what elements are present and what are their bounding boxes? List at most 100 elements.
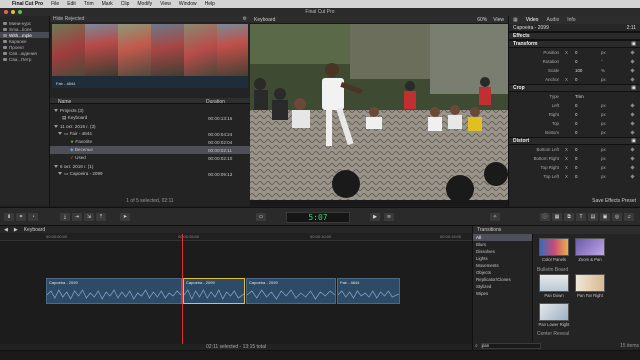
- category-wipes[interactable]: Wipes: [473, 290, 532, 297]
- filmstrip[interactable]: Fair - 4844: [52, 24, 248, 88]
- list-item[interactable]: ▭ Capoeira - 2099 00:00:09:13: [50, 170, 250, 178]
- category-stylized[interactable]: Stylized: [473, 283, 532, 290]
- generators-browser-toggle[interactable]: ▤: [588, 213, 598, 221]
- browser-settings-icon[interactable]: ⚙: [243, 16, 247, 22]
- zoom-window-button[interactable]: [18, 10, 22, 14]
- menu-modify[interactable]: Modify: [137, 1, 152, 7]
- keyframe-icon[interactable]: [630, 50, 635, 55]
- keyframe-icon[interactable]: [630, 68, 635, 73]
- save-effects-preset-button[interactable]: Save Effects Preset: [592, 198, 636, 204]
- list-item[interactable]: ▤ Keyboard 00:00:13:15: [50, 114, 250, 122]
- crop-type-select[interactable]: Trim: [575, 94, 584, 99]
- transition-thumb-pan-far-right[interactable]: [575, 274, 605, 292]
- themes-browser-toggle[interactable]: ▣: [600, 213, 610, 221]
- section-distort[interactable]: Distort ▣: [509, 137, 640, 145]
- menu-edit[interactable]: Edit: [67, 1, 76, 7]
- timeline-clip[interactable]: Capoeira - 2099: [246, 278, 336, 304]
- zoom-level[interactable]: 60%: [477, 17, 487, 23]
- param-value[interactable]: 0: [575, 112, 577, 117]
- timeline-clip[interactable]: Fair - 4844: [337, 278, 400, 304]
- distort-overlay-icon[interactable]: ▣: [631, 138, 636, 144]
- keyframe-icon[interactable]: [630, 174, 635, 179]
- param-value[interactable]: 0: [575, 121, 577, 126]
- column-name[interactable]: Name: [58, 99, 71, 105]
- keyframe-icon[interactable]: [630, 112, 635, 117]
- timeline-forward-icon[interactable]: ▶: [14, 227, 18, 233]
- transitions-search-input[interactable]: [480, 342, 541, 349]
- list-item[interactable]: ▭ Fair - 4844 00:00:04:24: [50, 130, 250, 138]
- list-item[interactable]: 6 окт. 2016 г. (1): [50, 162, 250, 170]
- section-effects[interactable]: Effects: [509, 32, 640, 40]
- titles-browser-toggle[interactable]: T: [576, 213, 586, 221]
- list-item-selected[interactable]: ◆ Веселье 00:00:02:11: [50, 146, 250, 154]
- category-objects[interactable]: Objects: [473, 269, 532, 276]
- list-item[interactable]: 11 окт. 2016 г. (3): [50, 122, 250, 130]
- menu-window[interactable]: Window: [179, 1, 197, 7]
- overwrite-clip-button[interactable]: ⤒: [96, 213, 106, 221]
- transition-thumb-pan-lower-right[interactable]: [539, 303, 569, 321]
- menu-clip[interactable]: Clip: [121, 1, 130, 7]
- tab-video[interactable]: Video: [526, 17, 539, 23]
- menu-file[interactable]: File: [51, 1, 59, 7]
- insert-clip-button[interactable]: ⇥: [72, 213, 82, 221]
- keyframe-icon[interactable]: [630, 147, 635, 152]
- sidebar-item-event[interactable]: Сва...Петр: [0, 56, 49, 62]
- tab-info[interactable]: Info: [567, 17, 575, 23]
- param-value[interactable]: 0: [575, 147, 577, 152]
- param-value[interactable]: 0: [575, 156, 577, 161]
- transition-thumb-color-panels[interactable]: [539, 238, 569, 256]
- timecode-display[interactable]: 5:07: [286, 212, 350, 223]
- append-clip-button[interactable]: ⇲: [84, 213, 94, 221]
- transition-thumb-pan-down[interactable]: [539, 274, 569, 292]
- menu-view[interactable]: View: [160, 1, 171, 7]
- video-frame[interactable]: [250, 24, 508, 200]
- play-button[interactable]: ▶: [370, 213, 380, 221]
- param-value[interactable]: 0: [575, 174, 577, 179]
- transitions-browser-toggle[interactable]: ⧉: [564, 213, 574, 221]
- menu-trim[interactable]: Trim: [84, 1, 94, 7]
- hide-rejected-filter[interactable]: Hide Rejected: [53, 16, 84, 22]
- column-duration[interactable]: Duration: [206, 99, 225, 105]
- inspector-toggle[interactable]: ⓘ: [540, 213, 550, 221]
- music-browser-toggle[interactable]: ♫: [624, 213, 634, 221]
- keyframe-icon[interactable]: [630, 130, 635, 135]
- param-value[interactable]: 0: [575, 130, 577, 135]
- category-movements[interactable]: Movements: [473, 262, 532, 269]
- transition-thumb-zoom-pan[interactable]: [575, 238, 605, 256]
- skimming-toggle[interactable]: ≋: [384, 213, 394, 221]
- photos-browser-toggle[interactable]: ◎: [612, 213, 622, 221]
- keyword-button[interactable]: ⌗: [16, 213, 26, 221]
- category-all[interactable]: All: [473, 234, 532, 241]
- view-options-button[interactable]: ▭: [256, 213, 266, 221]
- menu-mark[interactable]: Mark: [102, 1, 113, 7]
- view-menu[interactable]: View: [493, 17, 504, 23]
- enhance-button[interactable]: ✧: [490, 213, 500, 221]
- effects-browser-toggle[interactable]: ▦: [552, 213, 562, 221]
- timeline-back-icon[interactable]: ◀: [4, 227, 8, 233]
- section-crop[interactable]: Crop ▣: [509, 84, 640, 92]
- category-dissolves[interactable]: Dissolves: [473, 248, 532, 255]
- param-value[interactable]: 0: [575, 50, 577, 55]
- transform-overlay-icon[interactable]: ▣: [631, 41, 636, 47]
- select-tool-button[interactable]: ➤: [120, 213, 130, 221]
- menu-help[interactable]: Help: [205, 1, 215, 7]
- close-window-button[interactable]: [4, 10, 8, 14]
- timeline-clip[interactable]: Capoeira - 2099: [46, 278, 182, 304]
- keyframe-icon[interactable]: [630, 59, 635, 64]
- keyframe-icon[interactable]: [630, 77, 635, 82]
- list-item[interactable]: ★ Favorite 00:00:02:04: [50, 138, 250, 146]
- param-value[interactable]: 0: [575, 59, 577, 64]
- background-tasks-button[interactable]: ◔: [28, 213, 38, 221]
- keyframe-icon[interactable]: [630, 121, 635, 126]
- param-value[interactable]: 0: [575, 165, 577, 170]
- connect-clip-button[interactable]: ⤓: [60, 213, 70, 221]
- timeline-clip-selected[interactable]: Capoeira - 2099: [183, 278, 245, 304]
- category-lights[interactable]: Lights: [473, 255, 532, 262]
- param-value[interactable]: 0: [575, 103, 577, 108]
- playhead[interactable]: [182, 234, 183, 344]
- param-value[interactable]: 100: [575, 68, 582, 73]
- tab-audio[interactable]: Audio: [546, 17, 559, 23]
- category-blurs[interactable]: Blurs: [473, 241, 532, 248]
- section-transform[interactable]: Transform ▣: [509, 40, 640, 48]
- list-item[interactable]: ✓ Used 00:00:02:10: [50, 154, 250, 162]
